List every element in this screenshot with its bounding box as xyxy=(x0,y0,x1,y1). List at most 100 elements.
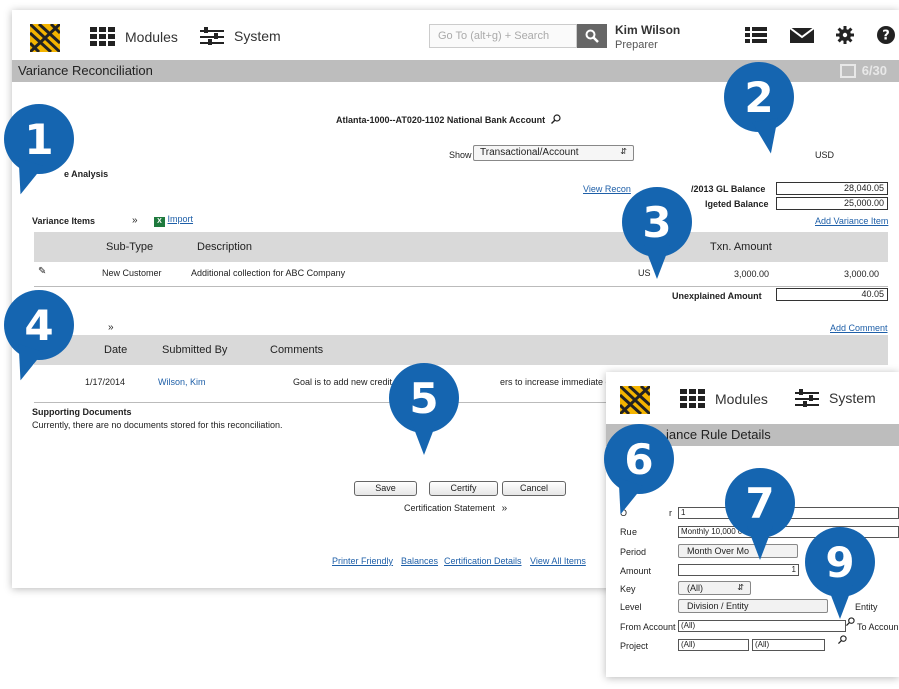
add-comment-link[interactable]: Add Comment xyxy=(830,323,888,333)
gear-icon[interactable] xyxy=(836,26,854,49)
row-description: Additional collection for ABC Company xyxy=(191,268,346,278)
comments-collapse-icon[interactable]: » xyxy=(108,322,114,333)
system-menu[interactable]: System xyxy=(795,389,876,407)
comment-text: Goal is to add new credit ca xyxy=(293,377,405,387)
collapse-icon[interactable]: » xyxy=(132,215,138,226)
magnifier-icon[interactable] xyxy=(550,114,561,124)
supporting-documents-heading: Supporting Documents xyxy=(32,407,132,417)
row-txn-amount: 3,000.00 xyxy=(734,269,770,279)
callout-marker-2: 2 xyxy=(724,62,794,132)
col-sub-type[interactable]: Sub-Type xyxy=(106,241,153,253)
chevron-down-icon: » xyxy=(501,503,508,514)
callout-marker-6: 6 xyxy=(604,424,674,494)
list-icon[interactable] xyxy=(745,26,767,49)
app-logo[interactable] xyxy=(618,384,652,419)
system-label: System xyxy=(234,28,281,44)
gl-balance-field[interactable]: 28,040.05 xyxy=(776,182,888,195)
updown-icon: ⇵ xyxy=(620,147,627,156)
level-select[interactable]: Division / Entity xyxy=(678,599,828,613)
show-select-value: Transactional/Account xyxy=(480,147,579,158)
level-right-label: Entity xyxy=(855,602,878,612)
save-button[interactable]: Save xyxy=(354,481,417,496)
sliders-icon xyxy=(200,27,224,45)
supporting-documents-text: Currently, there are no documents stored… xyxy=(32,420,283,430)
certification-statement-label: Certification Statement xyxy=(404,503,496,513)
comments-table-header: Date Submitted By Comments xyxy=(34,335,888,365)
import-control[interactable]: X Import xyxy=(154,214,193,227)
add-variance-item-link[interactable]: Add Variance Item xyxy=(815,216,888,226)
period-select[interactable]: Month Over Mo xyxy=(678,544,798,558)
project-to-input[interactable]: (All) xyxy=(752,639,825,651)
app-logo[interactable] xyxy=(28,22,62,57)
item-counter[interactable]: 6/30 xyxy=(839,63,887,78)
unexplained-field[interactable]: 40.05 xyxy=(776,288,888,301)
callout-marker-3: 3 xyxy=(622,187,692,279)
rule-label-end: e xyxy=(632,527,638,537)
page-title: Variance Reconciliation xyxy=(18,63,153,78)
col-date[interactable]: Date xyxy=(104,344,127,356)
search-button[interactable] xyxy=(577,24,607,48)
svg-text:?: ? xyxy=(882,29,890,44)
budgeted-balance-field[interactable]: 25,000.00 xyxy=(776,197,888,210)
edit-pencil-icon[interactable]: ✎ xyxy=(38,266,46,277)
system-label: System xyxy=(829,390,876,406)
search-icon xyxy=(585,29,599,43)
import-link[interactable]: Import xyxy=(168,214,194,224)
project-from-input[interactable]: (All) xyxy=(678,639,749,651)
rule-title: iance Rule Details xyxy=(666,427,771,442)
amount-input[interactable]: 1 xyxy=(678,564,799,576)
balances-link[interactable]: Balances xyxy=(401,556,438,566)
cancel-button[interactable]: Cancel xyxy=(502,481,566,496)
col-txn-amount[interactable]: Txn. Amount xyxy=(710,241,772,253)
col-comments[interactable]: Comments xyxy=(270,344,323,356)
budgeted-balance-label: lgeted Balance xyxy=(705,199,769,209)
system-menu[interactable]: System xyxy=(200,27,281,45)
item-count: 6/30 xyxy=(861,63,887,78)
key-select[interactable]: (All) ⇵ xyxy=(678,581,751,595)
order-label-end: r xyxy=(669,508,672,518)
col-description[interactable]: Description xyxy=(197,241,252,253)
col-submitted-by[interactable]: Submitted By xyxy=(162,344,227,356)
certify-button[interactable]: Certify xyxy=(429,481,498,496)
to-account-label: To Accoun xyxy=(857,622,899,632)
printer-friendly-link[interactable]: Printer Friendly xyxy=(332,556,393,566)
user-name[interactable]: Kim Wilson xyxy=(615,23,680,37)
help-icon[interactable]: ? xyxy=(877,26,895,49)
mail-icon[interactable] xyxy=(789,26,815,49)
rule-input[interactable]: Monthly 10,000 c xyxy=(678,526,899,538)
project-label: Project xyxy=(620,641,649,651)
callout-marker-9: 9 xyxy=(805,527,875,619)
variance-items-table-header: Sub-Type Description Txn. Amount xyxy=(34,232,888,262)
divider xyxy=(34,286,888,287)
modules-menu[interactable]: Modules xyxy=(90,27,178,46)
user-role: Preparer xyxy=(615,39,658,51)
modules-label: Modules xyxy=(125,28,178,45)
key-label: Key xyxy=(620,584,636,594)
sliders-icon xyxy=(795,389,819,407)
variance-items-heading: Variance Items xyxy=(32,216,96,226)
callout-marker-5: 5 xyxy=(389,363,459,455)
from-account-input[interactable]: (All) xyxy=(678,620,846,632)
show-label: Show xyxy=(449,150,472,160)
modules-label: Modules xyxy=(715,390,768,407)
project-search-icon[interactable] xyxy=(838,635,847,644)
calendar-icon xyxy=(839,63,856,78)
view-all-items-link[interactable]: View All Items xyxy=(530,556,586,566)
show-select[interactable]: Transactional/Account ⇵ xyxy=(473,145,634,161)
grid-icon xyxy=(90,27,115,46)
modules-menu[interactable]: Modules xyxy=(680,389,768,408)
callout-marker-1: 1 xyxy=(4,104,74,174)
grid-icon xyxy=(680,389,705,408)
search-input[interactable]: Go To (alt+g) + Search xyxy=(429,24,577,48)
analysis-heading: e Analysis xyxy=(64,169,109,179)
view-recon-link[interactable]: View Recon xyxy=(583,184,631,194)
rule-label-start: Ru xyxy=(620,527,632,537)
account-title-text: Atlanta-1000--AT020-1102 National Bank A… xyxy=(336,115,546,125)
top-bar: Modules System Go To (alt+g) + Search Ki… xyxy=(12,10,899,60)
comment-author[interactable]: Wilson, Kim xyxy=(158,377,206,387)
amount-label: Amount xyxy=(620,566,652,576)
updown-icon: ⇵ xyxy=(737,583,744,592)
certification-statement[interactable]: Certification Statement » xyxy=(404,503,507,514)
gl-balance-label: /2013 GL Balance xyxy=(691,184,766,194)
certification-details-link[interactable]: Certification Details xyxy=(444,556,522,566)
